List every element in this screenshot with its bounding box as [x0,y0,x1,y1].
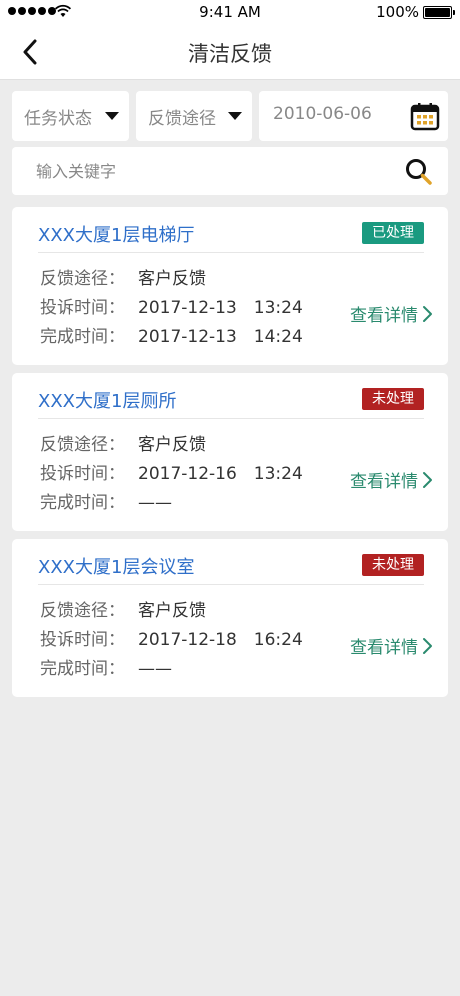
search-icon[interactable] [404,157,434,187]
complain-time-label: 投诉时间： [40,298,125,318]
finish-time-label: 完成时间： [40,659,125,679]
finish-time-label: 完成时间： [40,327,125,347]
status-badge: 未处理 [362,554,424,576]
finish-time-label: 完成时间： [40,493,125,513]
divider [38,584,424,585]
view-detail-label: 查看详情 [350,638,418,658]
channel-dropdown[interactable]: 反馈途径 [136,91,252,141]
task-status-dropdown[interactable]: 任务状态 [12,91,129,141]
complain-time-value: 2017-12-16 13:24 [138,464,303,484]
view-detail-link[interactable]: 查看详情 [350,633,434,658]
record-title: XXX大厦1层电梯厅 [38,225,195,246]
complain-time-row: 投诉时间： 2017-12-18 16:24 [40,625,303,650]
channel-value: 客户反馈 [138,269,206,289]
finish-time-row: 完成时间： —— [40,654,172,679]
finish-time-value: —— [138,493,172,513]
channel-label: 反馈途径： [40,435,125,455]
complain-time-row: 投诉时间： 2017-12-13 13:24 [40,293,303,318]
nav-bar: 清洁反馈 [0,24,460,80]
view-detail-label: 查看详情 [350,472,418,492]
caret-down-icon [105,112,119,120]
divider [38,418,424,419]
complain-time-row: 投诉时间： 2017-12-16 13:24 [40,459,303,484]
search-input[interactable] [36,159,376,183]
view-detail-label: 查看详情 [350,306,418,326]
battery-icon [423,6,455,19]
record-card[interactable]: XXX大厦1层会议室 未处理 反馈途径： 客户反馈 投诉时间： 2017-12-18… [12,539,448,697]
date-picker[interactable]: 2010-06-06 [259,91,448,141]
search-bar [12,147,448,195]
divider [38,252,424,253]
filter-row: 任务状态 反馈途径 2010-06-06 [12,91,448,141]
channel-value: 客户反馈 [138,601,206,621]
view-detail-link[interactable]: 查看详情 [350,467,434,492]
calendar-icon[interactable] [410,101,440,131]
finish-time-value: —— [138,659,172,679]
channel-row: 反馈途径： 客户反馈 [40,264,206,289]
chevron-right-icon [423,637,432,654]
record-card[interactable]: XXX大厦1层厕所 未处理 反馈途径： 客户反馈 投诉时间： 2017-12-16 … [12,373,448,531]
date-value: 2010-06-06 [273,104,372,124]
channel-label: 反馈途径 [148,109,216,129]
record-title: XXX大厦1层厕所 [38,391,177,412]
battery-percent: 100% [376,3,419,21]
record-title: XXX大厦1层会议室 [38,557,195,578]
channel-label: 反馈途径： [40,601,125,621]
page-title: 清洁反馈 [188,42,272,66]
complain-time-label: 投诉时间： [40,630,125,650]
status-badge: 已处理 [362,222,424,244]
record-card[interactable]: XXX大厦1层电梯厅 已处理 反馈途径： 客户反馈 投诉时间： 2017-12-13… [12,207,448,365]
task-status-label: 任务状态 [24,109,92,129]
channel-row: 反馈途径： 客户反馈 [40,430,206,455]
finish-time-row: 完成时间： 2017-12-13 14:24 [40,322,303,347]
caret-down-icon [228,112,242,120]
view-detail-link[interactable]: 查看详情 [350,301,434,326]
channel-label: 反馈途径： [40,269,125,289]
status-bar: 9:41 AM 100% [0,0,460,24]
chevron-right-icon [423,471,432,488]
status-badge: 未处理 [362,388,424,410]
complain-time-value: 2017-12-13 13:24 [138,298,303,318]
channel-value: 客户反馈 [138,435,206,455]
finish-time-row: 完成时间： —— [40,488,172,513]
complain-time-value: 2017-12-18 16:24 [138,630,303,650]
finish-time-value: 2017-12-13 14:24 [138,327,303,347]
channel-row: 反馈途径： 客户反馈 [40,596,206,621]
chevron-right-icon [423,305,432,322]
complain-time-label: 投诉时间： [40,464,125,484]
